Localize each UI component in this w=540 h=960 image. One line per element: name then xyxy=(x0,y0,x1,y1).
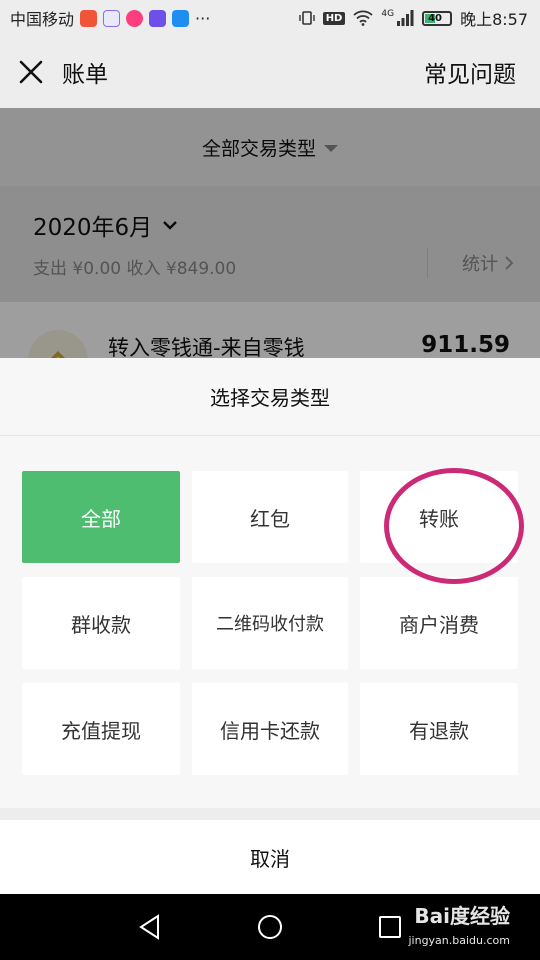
status-left: 中国移动 ··· xyxy=(10,6,210,30)
option-qr-payment[interactable]: 二维码收付款 xyxy=(192,577,348,669)
notification-app-icon xyxy=(80,9,98,27)
signal-icon xyxy=(397,10,414,26)
clock: 晚上8:57 xyxy=(460,10,528,29)
page-title: 账单 xyxy=(62,62,108,88)
watermark-logo: Bai度经验 xyxy=(414,904,510,928)
option-merchant[interactable]: 商户消费 xyxy=(360,577,518,669)
network-type: 4G xyxy=(381,9,395,19)
notification-app-icon xyxy=(103,9,121,27)
modal-overlay[interactable] xyxy=(0,108,540,358)
option-group-collect[interactable]: 群收款 xyxy=(22,577,180,669)
option-credit-card[interactable]: 信用卡还款 xyxy=(192,683,348,775)
option-all[interactable]: 全部 xyxy=(22,471,180,563)
watermark-url: jingyan.baidu.com xyxy=(408,934,510,947)
recents-square-icon xyxy=(379,916,401,938)
option-red-packet[interactable]: 红包 xyxy=(192,471,348,563)
wifi-icon xyxy=(353,10,373,26)
more-notifications: ··· xyxy=(195,8,211,28)
battery-icon: 40 xyxy=(422,10,453,26)
option-topup-withdraw[interactable]: 充值提现 xyxy=(22,683,180,775)
notification-app-icon xyxy=(149,9,167,27)
close-icon xyxy=(19,60,43,84)
status-right: HD 4G 40 晚上8:57 xyxy=(298,6,528,30)
status-bar: 中国移动 ··· HD 4G 40 晚上8:57 xyxy=(0,0,540,36)
option-grid: 全部 红包 转账 群收款 二维码收付款 商户消费 充值提现 信用卡还款 有退款 xyxy=(22,471,519,775)
option-transfer[interactable]: 转账 xyxy=(360,471,518,563)
sheet-title: 选择交易类型 xyxy=(0,358,540,436)
back-button[interactable] xyxy=(130,907,170,947)
battery-percent: 40 xyxy=(428,12,442,24)
cancel-button[interactable]: 取消 xyxy=(0,820,540,894)
option-refund[interactable]: 有退款 xyxy=(360,683,518,775)
home-circle-icon xyxy=(258,915,282,939)
transaction-type-sheet: 选择交易类型 全部 红包 转账 群收款 二维码收付款 商户消费 充值提现 信用卡… xyxy=(0,358,540,894)
top-bar: 账单 常见问题 xyxy=(0,36,540,108)
vibrate-icon xyxy=(298,11,315,25)
notification-alipay-icon xyxy=(172,9,190,27)
carrier-label: 中国移动 xyxy=(10,10,75,29)
faq-link[interactable]: 常见问题 xyxy=(424,55,516,89)
home-button[interactable] xyxy=(250,907,290,947)
notification-play-icon xyxy=(126,9,144,27)
recents-button[interactable] xyxy=(370,907,410,947)
close-button[interactable] xyxy=(16,57,46,87)
sheet-divider xyxy=(0,808,540,820)
back-triangle-icon xyxy=(139,914,159,940)
hd-badge: HD xyxy=(322,11,346,25)
